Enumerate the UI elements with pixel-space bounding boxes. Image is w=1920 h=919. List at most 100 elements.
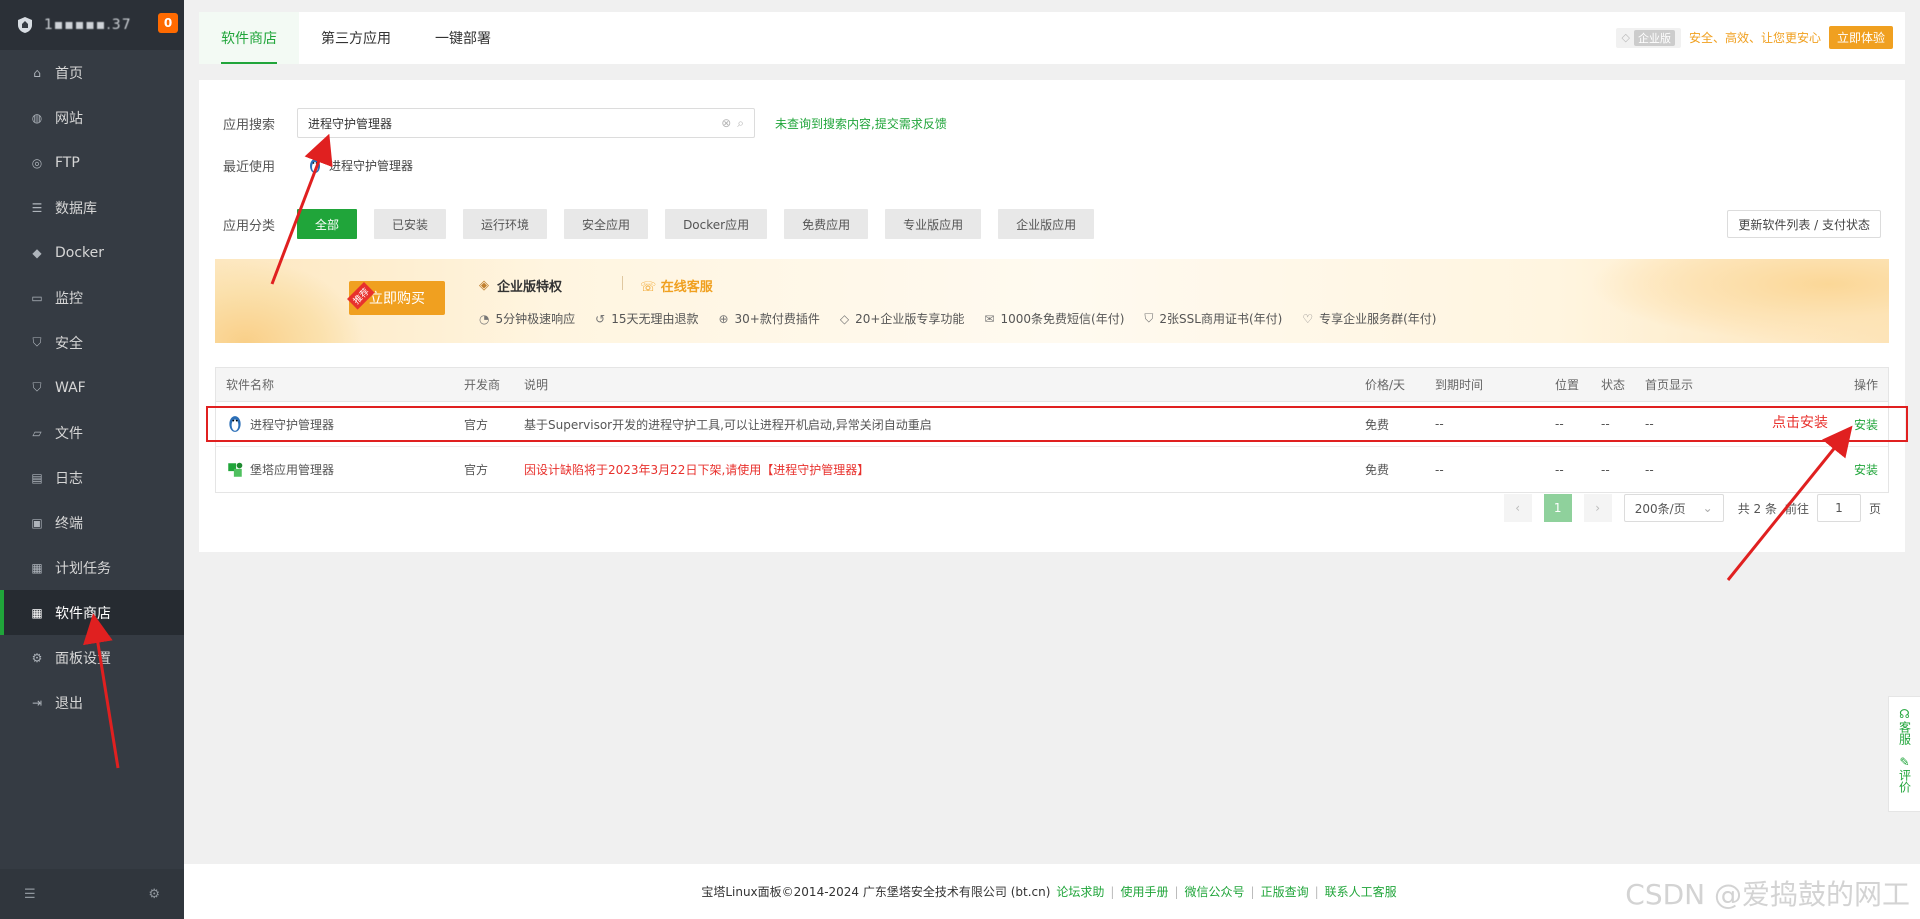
goto-label: 前往: [1784, 501, 1809, 516]
waf-icon: ⛉: [32, 380, 42, 394]
sidebar-item-label: 计划任务: [55, 560, 111, 577]
tab-third-party[interactable]: 第三方应用: [299, 12, 413, 64]
category-pro[interactable]: 专业版应用: [885, 209, 982, 239]
server-host: 1▪▪▪▪▪.37: [44, 17, 132, 33]
install-button[interactable]: 安装: [1848, 461, 1888, 478]
sidebar-nav: ⌂ 首页 ◍ 网站 ◎ FTP ☰ 数据库 ◆ Docker ▭ 监控 ⛉ 安全 ⛉ WAF ▱…: [0, 50, 184, 725]
sidebar-item-label: WAF: [55, 379, 86, 396]
search-icon[interactable]: ⌕: [737, 116, 744, 131]
tab-app-store[interactable]: 软件商店: [199, 12, 299, 64]
sidebar-item-logs[interactable]: ▤ 日志: [0, 455, 184, 500]
sidebar-item-settings[interactable]: ⚙ 面板设置: [0, 635, 184, 680]
install-button[interactable]: 安装: [1848, 416, 1888, 433]
online-service-link[interactable]: ☏ 在线客服: [640, 276, 713, 295]
next-page-icon[interactable]: ›: [1583, 494, 1612, 522]
page-number-current[interactable]: 1: [1543, 494, 1572, 522]
footer-link-manual[interactable]: 使用手册: [1120, 883, 1168, 900]
enterprise-tag: ◇ 企业版: [1615, 27, 1681, 48]
category-installed[interactable]: 已安装: [374, 209, 447, 239]
sidebar-item-logout[interactable]: ⇥ 退出: [0, 680, 184, 725]
bt-logo-icon: [18, 17, 32, 33]
sidebar-item-label: 网站: [55, 110, 83, 127]
page-size-select[interactable]: 200条/页 ⌄: [1623, 494, 1724, 522]
sidebar-item-label: 终端: [55, 515, 83, 532]
settings-gear-icon[interactable]: ⚙: [148, 887, 160, 902]
table-row: 进程守护管理器 官方 基于Supervisor开发的进程守护工具,可以让进程开机…: [216, 402, 1888, 447]
sidebar-item-security[interactable]: ⛉ 安全: [0, 320, 184, 365]
footer-link-support[interactable]: 联系人工客服: [1325, 883, 1397, 900]
chat-icon: ☏: [640, 280, 661, 295]
footer-link-verify[interactable]: 正版查询: [1261, 883, 1309, 900]
app-name[interactable]: 堡塔应用管理器: [250, 461, 334, 478]
main-area: 软件商店 第三方应用 一键部署 ◇ 企业版 安全、高效、让您更安心 立即体验 应用…: [184, 0, 1920, 919]
search-input[interactable]: [308, 116, 716, 130]
footer-link-wechat[interactable]: 微信公众号: [1185, 883, 1245, 900]
sidebar-item-waf[interactable]: ⛉ WAF: [0, 365, 184, 410]
sidebar-item-cron[interactable]: ▦ 计划任务: [0, 545, 184, 590]
penguin-icon: [229, 416, 241, 432]
logout-icon: ⇥: [31, 695, 43, 710]
diamond-icon: ◇: [839, 311, 850, 326]
sidebar-item-home[interactable]: ⌂ 首页: [0, 50, 184, 95]
plugin-icon: ⊕: [718, 311, 729, 326]
app-store-panel: 应用搜索 ⊗ ⌕ 未查询到搜索内容,提交需求反馈 最近使用 进程守护管理器 应用…: [199, 80, 1905, 552]
clear-icon[interactable]: ⊗: [721, 116, 731, 130]
sidebar-item-app-store[interactable]: ▦ 软件商店: [0, 590, 184, 635]
customer-service-button[interactable]: ☊ 客服: [1898, 707, 1912, 745]
feature-item: ⛉ 2张SSL商用证书(年付): [1144, 311, 1283, 326]
eye-icon: ◈: [479, 278, 489, 293]
enterprise-privilege-title: ◈ 企业版特权: [479, 278, 563, 295]
feature-list: ◔ 5分钟极速响应 ↺ 15天无理由退款 ⊕ 30+款付费插件 ◇ 20+企业版专享功能…: [479, 310, 1456, 327]
footer-link-forum[interactable]: 论坛求助: [1056, 883, 1104, 900]
sidebar-item-label: 首页: [55, 65, 83, 82]
notification-badge[interactable]: 0: [158, 13, 178, 33]
database-icon: ☰: [31, 200, 43, 215]
enterprise-banner: 推荐 立即购买 ◈ 企业版特权 ☏ 在线客服 ◔ 5分钟极速响应 ↺ 15天无理由退款…: [215, 259, 1889, 343]
collapse-menu-icon[interactable]: ☰: [24, 887, 36, 902]
category-enterprise[interactable]: 企业版应用: [998, 209, 1095, 239]
category-free[interactable]: 免费应用: [784, 209, 869, 239]
sidebar-item-website[interactable]: ◍ 网站: [0, 95, 184, 140]
recent-item[interactable]: 进程守护管理器: [307, 157, 413, 174]
category-docker[interactable]: Docker应用: [665, 209, 768, 239]
category-runtime[interactable]: 运行环境: [463, 209, 548, 239]
sidebar-item-docker[interactable]: ◆ Docker: [0, 230, 184, 275]
feature-item: ◇ 20+企业版专享功能: [839, 311, 965, 327]
recent-label: 最近使用: [223, 160, 276, 175]
feedback-link[interactable]: 未查询到搜索内容,提交需求反馈: [775, 115, 947, 132]
feature-item: ♡ 专享企业服务群(年付): [1302, 311, 1437, 327]
total-count: 共 2 条: [1737, 501, 1777, 516]
sidebar-item-label: Docker: [55, 244, 105, 261]
sidebar-footer: ☰ ⚙: [0, 869, 184, 919]
certificate-icon: ⛉: [1144, 311, 1154, 325]
buy-now-button[interactable]: 推荐 立即购买: [347, 281, 445, 315]
sidebar-item-label: 文件: [55, 425, 83, 442]
top-tabs-bar: 软件商店 第三方应用 一键部署 ◇ 企业版 安全、高效、让您更安心 立即体验: [199, 12, 1905, 64]
prev-page-icon[interactable]: ‹: [1503, 494, 1532, 522]
sidebar-item-files[interactable]: ▱ 文件: [0, 410, 184, 455]
category-all[interactable]: 全部: [297, 209, 358, 239]
mail-icon: ✉: [984, 311, 995, 326]
monitor-icon: ▭: [31, 290, 43, 305]
calendar-icon: ▦: [31, 560, 43, 575]
sidebar-item-ftp[interactable]: ◎ FTP: [0, 140, 184, 185]
category-security[interactable]: 安全应用: [564, 209, 649, 239]
pagination: ‹ 1 › 200条/页 ⌄ 共 2 条 前往 1 页: [1503, 494, 1881, 522]
sidebar-item-label: 日志: [55, 470, 83, 487]
sidebar-item-monitor[interactable]: ▭ 监控: [0, 275, 184, 320]
heart-icon: ♡: [1302, 311, 1314, 326]
home-icon: ⌂: [33, 65, 41, 80]
copyright: 宝塔Linux面板©2014-2024 广东堡塔安全技术有限公司 (bt.cn): [701, 885, 1051, 899]
sidebar-item-database[interactable]: ☰ 数据库: [0, 185, 184, 230]
page-suffix: 页: [1868, 501, 1881, 516]
sidebar-item-label: FTP: [55, 154, 80, 171]
goto-page-input[interactable]: 1: [1816, 494, 1861, 522]
folder-icon: ▱: [32, 425, 42, 440]
sidebar-item-terminal[interactable]: ▣ 终端: [0, 500, 184, 545]
trial-button[interactable]: 立即体验: [1828, 26, 1893, 49]
tab-one-click-deploy[interactable]: 一键部署: [413, 12, 513, 64]
app-name[interactable]: 进程守护管理器: [250, 416, 334, 433]
sidebar-item-label: 数据库: [55, 200, 97, 217]
update-list-button[interactable]: 更新软件列表 / 支付状态: [1727, 210, 1881, 238]
review-button[interactable]: ✎ 评价: [1898, 755, 1912, 793]
